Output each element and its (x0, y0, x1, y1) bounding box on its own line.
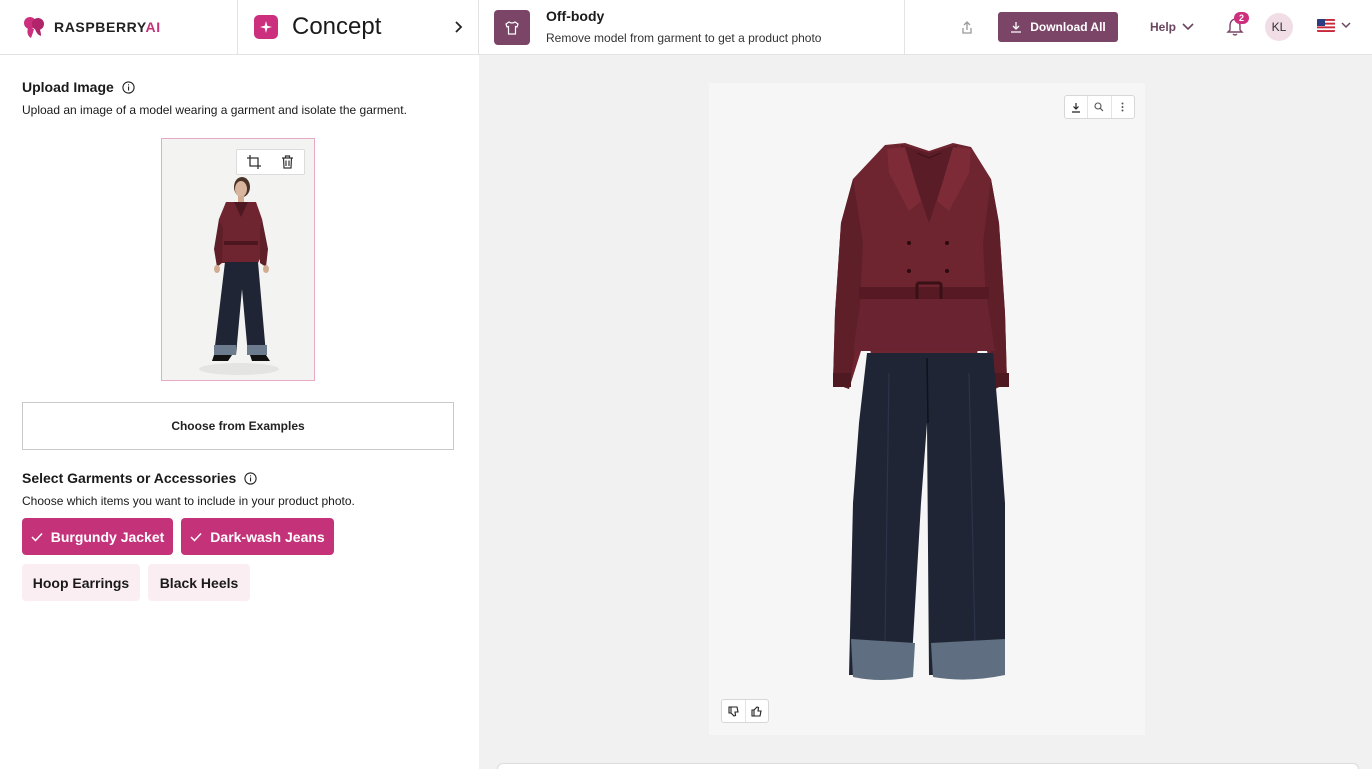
zoom-icon[interactable] (1088, 96, 1112, 118)
download-icon[interactable] (1065, 96, 1089, 118)
us-flag-icon (1317, 19, 1335, 32)
chip-label: Black Heels (159, 574, 239, 591)
check-icon (31, 532, 43, 542)
header-divider (904, 0, 905, 55)
download-icon (1011, 22, 1022, 33)
upload-title: Upload Image (22, 79, 114, 95)
garments-header: Select Garments or Accessories (22, 470, 257, 486)
section-title: Concept (292, 13, 382, 40)
language-selector[interactable] (1317, 19, 1351, 32)
image-toolbar (1064, 95, 1135, 119)
garment-chip-black-heels[interactable]: Black Heels (148, 564, 250, 601)
upload-header: Upload Image (22, 79, 135, 95)
result-image-card[interactable] (709, 83, 1145, 735)
header-divider (237, 0, 238, 55)
info-icon[interactable] (244, 471, 257, 485)
garment-chip-hoop-earrings[interactable]: Hoop Earrings (22, 564, 140, 601)
tool-subtitle: Remove model from garment to get a produ… (546, 31, 822, 45)
thumbnail-toolbar (236, 149, 305, 175)
help-menu[interactable]: Help (1150, 20, 1194, 34)
sparkle-icon (254, 15, 278, 39)
chevron-down-icon (1341, 22, 1351, 29)
chevron-right-icon[interactable] (451, 19, 465, 35)
garment-chip-dark-wash-jeans[interactable]: Dark-wash Jeans (181, 518, 334, 555)
trash-icon[interactable] (281, 155, 294, 169)
garments-description: Choose which items you want to include i… (22, 494, 355, 508)
choose-from-examples-button[interactable]: Choose from Examples (22, 402, 454, 450)
tool-title: Off-body (546, 8, 605, 24)
more-icon[interactable] (1112, 96, 1134, 118)
upload-description: Upload an image of a model wearing a gar… (22, 103, 407, 117)
thumbs-down-icon[interactable] (722, 700, 746, 722)
header-divider (478, 0, 479, 55)
download-all-label: Download All (1030, 20, 1106, 34)
download-all-button[interactable]: Download All (998, 12, 1118, 42)
rating-toolbar (721, 699, 769, 723)
logo-text: RASPBERRYAI (54, 19, 161, 35)
avatar[interactable]: KL (1265, 13, 1293, 41)
chip-label: Hoop Earrings (32, 574, 130, 591)
top-header: RASPBERRYAI Concept Off-body Remove mode… (0, 0, 1372, 55)
shirt-icon (494, 10, 530, 45)
product-photo (833, 143, 1009, 680)
chip-label: Burgundy Jacket (50, 528, 165, 545)
chevron-down-icon (1182, 23, 1194, 31)
share-icon[interactable] (958, 19, 976, 37)
info-icon[interactable] (122, 80, 135, 94)
uploaded-image-thumbnail[interactable] (161, 138, 315, 381)
chip-label: Dark-wash Jeans (210, 528, 325, 545)
crop-icon[interactable] (247, 155, 261, 169)
check-icon (190, 532, 202, 542)
result-panel (479, 55, 1372, 769)
raspberry-ai-logo[interactable]: RASPBERRYAI (22, 15, 161, 39)
notification-badge: 2 (1234, 12, 1249, 24)
garment-chip-burgundy-jacket[interactable]: Burgundy Jacket (22, 518, 173, 555)
next-card-edge (497, 763, 1359, 769)
garments-title: Select Garments or Accessories (22, 470, 237, 486)
help-label: Help (1150, 20, 1177, 34)
uploaded-model-image (162, 139, 314, 380)
raspberry-logo-icon (24, 17, 44, 38)
settings-panel: Upload Image Upload an image of a model … (0, 55, 479, 769)
thumbs-up-icon[interactable] (746, 700, 769, 722)
